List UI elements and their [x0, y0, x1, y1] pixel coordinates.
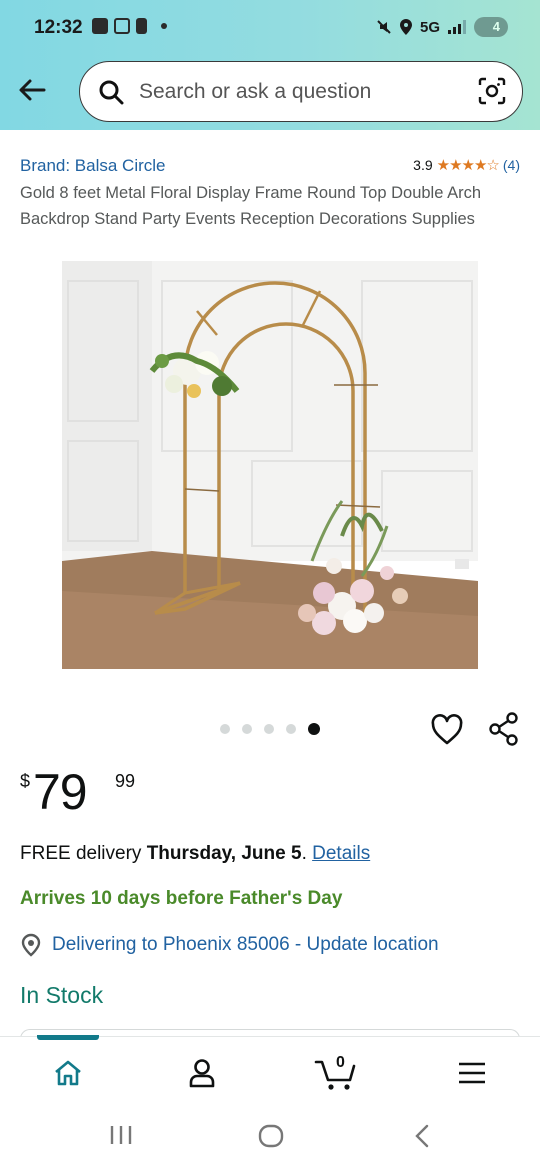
rating-value: 3.9 — [413, 157, 433, 173]
nav-account[interactable] — [182, 1053, 222, 1093]
brand-link[interactable]: Brand: Balsa Circle — [20, 156, 166, 176]
network-label: 5G — [419, 18, 440, 36]
status-right: 5G 4 — [376, 17, 508, 37]
alert-icon — [136, 18, 147, 34]
price-currency: $ — [20, 771, 31, 791]
location-icon — [399, 19, 412, 35]
nav-home[interactable] — [48, 1053, 88, 1093]
status-bar: 12:32 5G 4 — [0, 0, 540, 58]
product-image[interactable] — [62, 261, 478, 669]
system-nav-bar — [0, 1106, 540, 1170]
notification-icons — [92, 18, 167, 34]
battery-indicator: 4 — [474, 17, 508, 37]
carousel-dot[interactable] — [264, 724, 274, 734]
arrives-message: Arrives 10 days before Father's Day — [20, 888, 343, 909]
search-icon — [99, 80, 124, 105]
more-notifications-dot-icon — [161, 23, 167, 29]
heart-icon[interactable] — [430, 714, 464, 746]
stock-status: In Stock — [20, 982, 104, 1008]
delivery-date: Thursday, June 5 — [146, 843, 302, 864]
camera-scan-icon[interactable] — [478, 77, 506, 105]
image-carousel-dots[interactable] — [220, 723, 320, 735]
delivery-details-link[interactable]: Details — [312, 843, 370, 864]
product-title: Gold 8 feet Metal Floral Display Frame R… — [20, 184, 482, 228]
rating-stars-icon: ★★★★☆ — [436, 157, 500, 174]
product-page: 12:32 5G 4 Search or ask a question Bran… — [0, 0, 540, 1170]
carousel-dot[interactable] — [220, 724, 230, 734]
home-icon — [55, 1060, 81, 1086]
location-pin-icon — [21, 933, 41, 957]
gmail-icon — [114, 18, 130, 34]
mute-icon — [377, 20, 391, 34]
search-bar[interactable]: Search or ask a question — [79, 61, 523, 122]
rating-summary[interactable]: 3.9 ★★★★☆ (4) — [413, 156, 520, 174]
back-button-icon[interactable] — [412, 1124, 432, 1148]
back-arrow-icon[interactable] — [14, 72, 50, 108]
carousel-dot-active[interactable] — [308, 723, 320, 735]
hamburger-menu-icon — [459, 1062, 485, 1084]
delivery-suffix: . — [301, 843, 313, 864]
status-time: 12:32 — [34, 17, 83, 38]
recent-apps-icon[interactable] — [108, 1124, 134, 1146]
price-fraction: 99 — [115, 771, 136, 791]
active-tab-indicator — [37, 1035, 99, 1040]
signal-icon — [448, 20, 466, 34]
delivery-location[interactable]: Delivering to Phoenix 85006 - Update loc… — [20, 933, 439, 957]
share-icon[interactable] — [488, 712, 520, 746]
teams-icon — [92, 18, 108, 34]
price-whole: 79 — [33, 764, 88, 820]
app-header: 12:32 5G 4 Search or ask a question — [0, 0, 540, 130]
user-icon — [189, 1059, 215, 1088]
location-text[interactable]: Delivering to Phoenix 85006 - Update loc… — [52, 934, 439, 956]
home-button-icon[interactable] — [258, 1124, 284, 1148]
delivery-info: FREE delivery Thursday, June 5. Details — [20, 843, 370, 865]
bottom-nav: 0 — [0, 1035, 540, 1106]
nav-cart[interactable]: 0 — [314, 1053, 358, 1093]
delivery-prefix: FREE delivery — [20, 843, 147, 864]
carousel-dot[interactable] — [242, 724, 252, 734]
carousel-dot[interactable] — [286, 724, 296, 734]
cart-count-badge: 0 — [336, 1054, 345, 1071]
nav-menu[interactable] — [452, 1053, 492, 1093]
rating-count[interactable]: (4) — [503, 157, 520, 173]
search-input[interactable]: Search or ask a question — [139, 80, 371, 104]
